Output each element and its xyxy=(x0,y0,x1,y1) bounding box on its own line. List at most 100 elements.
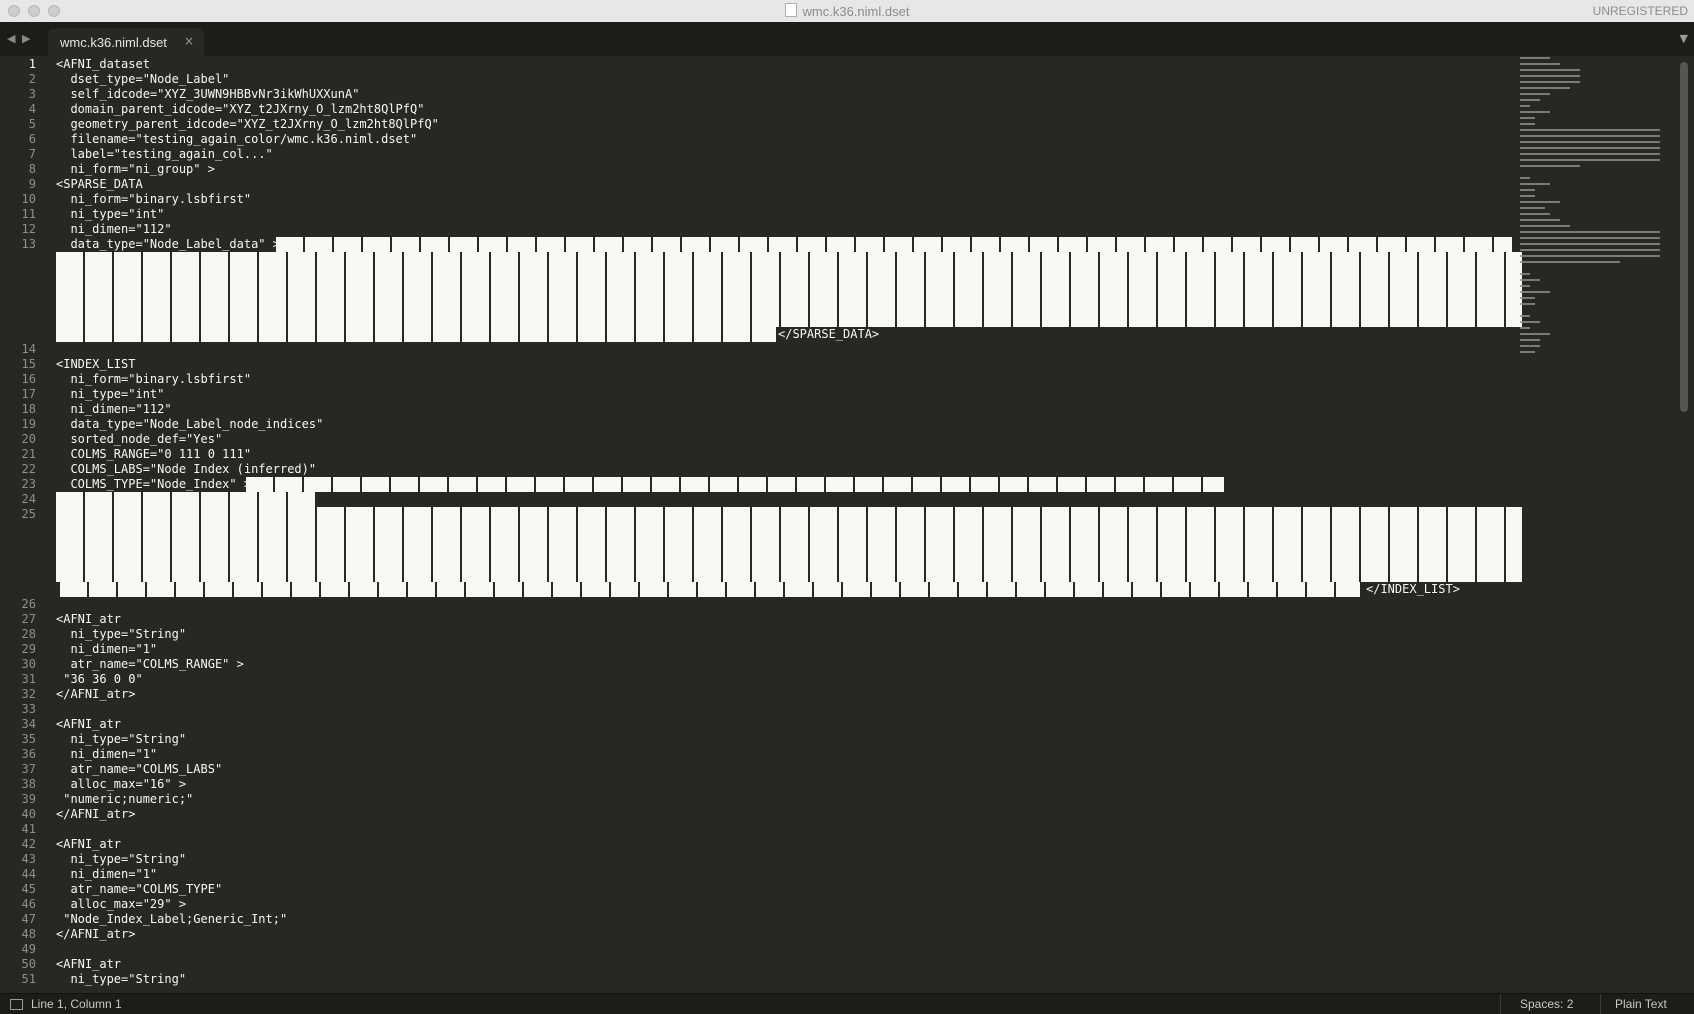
code-line[interactable]: 47 "Node_Index_Label;Generic_Int;" xyxy=(0,912,1518,927)
minimap[interactable] xyxy=(1520,57,1678,387)
minimap-line xyxy=(1520,165,1580,167)
code-line[interactable]: 3 self_idcode="XYZ_3UWN9HBBvNr3ikWhUXXun… xyxy=(0,87,1518,102)
line-text: </AFNI_atr> xyxy=(56,927,136,941)
code-line[interactable]: 23 COLMS_TYPE="Node_Index" > xyxy=(0,477,1518,492)
minimap-line xyxy=(1520,99,1540,101)
code-line[interactable]: 6 filename="testing_again_color/wmc.k36.… xyxy=(0,132,1518,147)
code-line[interactable]: 29 ni_dimen="1" xyxy=(0,642,1518,657)
code-line[interactable]: 34 <AFNI_atr xyxy=(0,717,1518,732)
minimap-line xyxy=(1520,279,1540,281)
tab-menu-icon[interactable]: ▼ xyxy=(1680,32,1688,45)
code-line[interactable]: 11 ni_type="int" xyxy=(0,207,1518,222)
line-text: <AFNI_atr xyxy=(56,717,122,731)
code-line[interactable]: 18 ni_dimen="112" xyxy=(0,402,1518,417)
syntax-selector[interactable]: Plain Text xyxy=(1615,997,1667,1011)
code-line[interactable]: 1 <AFNI_dataset xyxy=(0,57,1518,72)
code-line[interactable]: 20 sorted_node_def="Yes" xyxy=(0,432,1518,447)
code-line[interactable]: 16 ni_form="binary.lsbfirst" xyxy=(0,372,1518,387)
minimap-line xyxy=(1520,129,1660,131)
line-text: ni_type="String" xyxy=(56,972,187,986)
code-line[interactable]: 24 xyxy=(0,492,1518,507)
line-number: 6 xyxy=(28,132,36,146)
code-line[interactable]: 35 ni_type="String" xyxy=(0,732,1518,747)
code-line[interactable]: 27 <AFNI_atr xyxy=(0,612,1518,627)
code-line[interactable]: 49 xyxy=(0,942,1518,957)
line-number: 40 xyxy=(21,807,36,821)
control-char-run xyxy=(56,537,1522,552)
code-line[interactable]: 22 COLMS_LABS="Node Index (inferred)" xyxy=(0,462,1518,477)
code-line[interactable]: 38 alloc_max="16" > xyxy=(0,777,1518,792)
code-line[interactable]: 50 <AFNI_atr xyxy=(0,957,1518,972)
close-tab-icon[interactable]: × xyxy=(184,34,194,48)
line-text: "Node_Index_Label;Generic_Int;" xyxy=(56,912,288,926)
control-char-run xyxy=(276,237,1512,252)
line-text: ni_form="ni_group" > xyxy=(56,162,215,176)
panel-toggle-icon[interactable] xyxy=(10,999,23,1010)
code-line[interactable]: 13 data_type="Node_Label_data" >$ </SPARS… xyxy=(0,237,1522,342)
line-number: 3 xyxy=(28,87,36,101)
line-text: "36 36 0 0" xyxy=(56,672,143,686)
minimap-line xyxy=(1520,231,1660,233)
code-line[interactable]: 26 xyxy=(0,597,1518,612)
code-line[interactable]: 46 alloc_max="29" > xyxy=(0,897,1518,912)
code-line[interactable]: 42 <AFNI_atr xyxy=(0,837,1518,852)
code-line[interactable]: 5 geometry_parent_idcode="XYZ_t2JXrny_O_… xyxy=(0,117,1518,132)
line-text: alloc_max="16" > xyxy=(56,777,187,791)
code-line[interactable]: 37 atr_name="COLMS_LABS" xyxy=(0,762,1518,777)
minimap-line xyxy=(1520,351,1535,353)
code-line[interactable]: 8 ni_form="ni_group" > xyxy=(0,162,1518,177)
code-line[interactable]: 30 atr_name="COLMS_RANGE" > xyxy=(0,657,1518,672)
line-number: 20 xyxy=(21,432,36,446)
minimap-line xyxy=(1520,75,1580,77)
control-char-run xyxy=(56,552,1522,567)
line-number: 51 xyxy=(21,972,36,986)
minimap-line xyxy=(1520,219,1560,221)
code-line[interactable]: 43 ni_type="String" xyxy=(0,852,1518,867)
tab-file[interactable]: wmc.k36.niml.dset × xyxy=(48,28,204,56)
minimap-line xyxy=(1520,333,1550,335)
code-line[interactable]: 36 ni_dimen="1" xyxy=(0,747,1518,762)
code-line[interactable]: 7 label="testing_again_col..." xyxy=(0,147,1518,162)
code-line[interactable]: 51 ni_type="String" xyxy=(0,972,1518,987)
line-number: 28 xyxy=(21,627,36,641)
code-line[interactable]: 17 ni_type="int" xyxy=(0,387,1518,402)
line-text: </AFNI_atr> xyxy=(56,687,136,701)
indentation-setting[interactable]: Spaces: 2 xyxy=(1520,997,1573,1011)
line-number: 22 xyxy=(21,462,36,476)
minimap-line xyxy=(1520,327,1530,329)
code-line[interactable]: 44 ni_dimen="1" xyxy=(0,867,1518,882)
line-number: 14 xyxy=(21,342,36,356)
code-line[interactable]: 14 xyxy=(0,342,1518,357)
code-line[interactable]: 28 ni_type="String" xyxy=(0,627,1518,642)
vertical-scrollbar[interactable] xyxy=(1680,62,1688,412)
code-line[interactable]: 39 "numeric;numeric;" xyxy=(0,792,1518,807)
line-number: 38 xyxy=(21,777,36,791)
code-line[interactable]: 31 "36 36 0 0" xyxy=(0,672,1518,687)
editor-text-area[interactable]: 1 <AFNI_dataset 2 dset_type="Node_Label" 3 … xyxy=(0,57,1694,992)
forward-arrow-icon[interactable]: ▶ xyxy=(22,32,30,45)
code-line[interactable]: 33 xyxy=(0,702,1518,717)
code-line[interactable]: 12 ni_dimen="112" xyxy=(0,222,1518,237)
code-line[interactable]: 2 dset_type="Node_Label" xyxy=(0,72,1518,87)
minimap-line xyxy=(1520,123,1535,125)
code-line[interactable]: 32 </AFNI_atr> xyxy=(0,687,1518,702)
code-line[interactable]: 9 <SPARSE_DATA xyxy=(0,177,1518,192)
code-line[interactable]: 45 atr_name="COLMS_TYPE" xyxy=(0,882,1518,897)
line-number: 26 xyxy=(21,597,36,611)
status-bar: Line 1, Column 1 Spaces: 2 Plain Text xyxy=(0,993,1694,1014)
line-number: 18 xyxy=(21,402,36,416)
code-line[interactable]: 4 domain_parent_idcode="XYZ_t2JXrny_O_lz… xyxy=(0,102,1518,117)
code-line[interactable]: 19 data_type="Node_Label_node_indices" xyxy=(0,417,1518,432)
tab-bar: ◀ ▶ wmc.k36.niml.dset × ▼ xyxy=(0,22,1694,56)
code-line[interactable]: 40 </AFNI_atr> xyxy=(0,807,1518,822)
line-number: 47 xyxy=(21,912,36,926)
code-line[interactable]: 15 <INDEX_LIST xyxy=(0,357,1518,372)
code-line[interactable]: 41 xyxy=(0,822,1518,837)
code-line[interactable]: 10 ni_form="binary.lsbfirst" xyxy=(0,192,1518,207)
code-line[interactable]: 25 </INDEX_LIST> xyxy=(0,507,1522,597)
code-line[interactable]: 48 </AFNI_atr> xyxy=(0,927,1518,942)
line-text: atr_name="COLMS_LABS" xyxy=(56,762,223,776)
code-line[interactable]: 21 COLMS_RANGE="0 111 0 111" xyxy=(0,447,1518,462)
back-arrow-icon[interactable]: ◀ xyxy=(7,32,15,45)
minimap-line xyxy=(1520,189,1535,191)
